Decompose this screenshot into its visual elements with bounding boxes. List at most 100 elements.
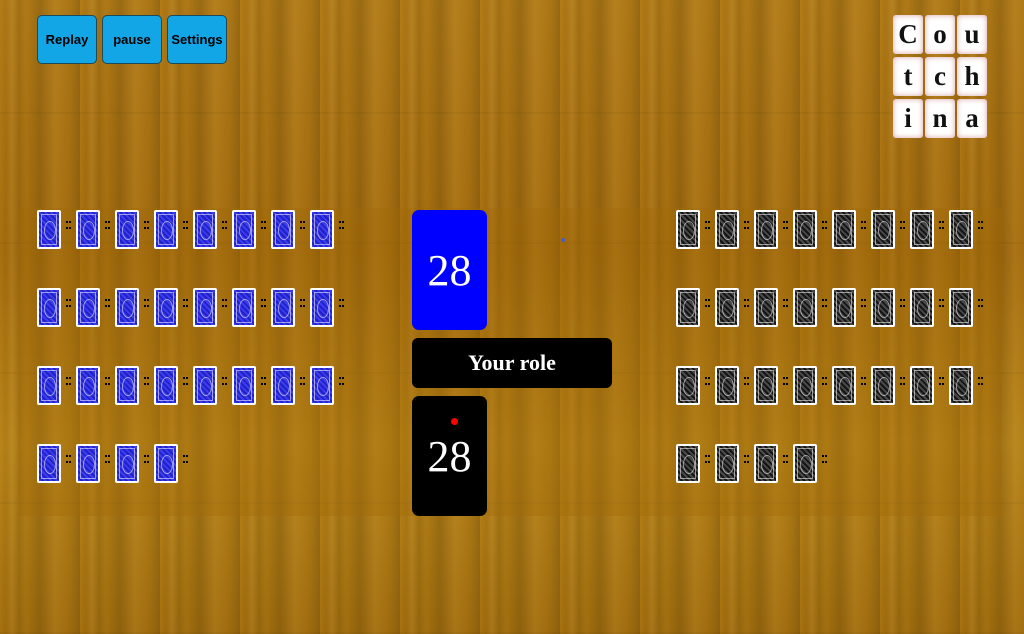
face-down-card[interactable] <box>193 366 217 405</box>
card-separator <box>861 377 864 385</box>
card-separator <box>105 299 108 307</box>
card-slot <box>754 444 793 483</box>
face-down-card[interactable] <box>271 288 295 327</box>
face-down-card[interactable] <box>37 366 61 405</box>
card-slot <box>232 366 271 405</box>
face-down-card[interactable] <box>76 288 100 327</box>
card-separator <box>261 377 264 385</box>
face-down-card[interactable] <box>37 444 61 483</box>
pause-button[interactable]: pause <box>102 15 162 64</box>
face-down-card[interactable] <box>871 288 895 327</box>
card-slot <box>832 366 871 405</box>
card-separator <box>222 377 225 385</box>
card-slot <box>832 288 871 327</box>
face-down-card[interactable] <box>676 444 700 483</box>
face-down-card[interactable] <box>754 444 778 483</box>
face-down-card[interactable] <box>115 210 139 249</box>
face-down-card[interactable] <box>115 444 139 483</box>
face-down-card[interactable] <box>949 210 973 249</box>
face-down-card[interactable] <box>310 366 334 405</box>
face-down-card[interactable] <box>793 288 817 327</box>
face-down-card[interactable] <box>193 210 217 249</box>
card-slot <box>871 210 910 249</box>
face-down-card[interactable] <box>676 288 700 327</box>
face-down-card[interactable] <box>37 210 61 249</box>
face-down-card[interactable] <box>676 366 700 405</box>
card-slot <box>793 210 832 249</box>
card-separator <box>783 299 786 307</box>
face-down-card[interactable] <box>832 210 856 249</box>
face-down-card[interactable] <box>793 210 817 249</box>
face-down-card[interactable] <box>871 366 895 405</box>
card-separator <box>978 377 981 385</box>
face-down-card[interactable] <box>910 366 934 405</box>
game-logo: C o u t c h i n a <box>893 15 987 138</box>
replay-button[interactable]: Replay <box>37 15 97 64</box>
face-down-card[interactable] <box>910 288 934 327</box>
face-down-card[interactable] <box>76 444 100 483</box>
settings-button[interactable]: Settings <box>167 15 227 64</box>
card-slot <box>154 366 193 405</box>
face-down-card[interactable] <box>754 210 778 249</box>
face-down-card[interactable] <box>115 366 139 405</box>
face-down-card[interactable] <box>832 366 856 405</box>
card-slot <box>193 210 232 249</box>
card-slot <box>910 288 949 327</box>
card-slot <box>154 288 193 327</box>
card-separator <box>705 455 708 463</box>
card-slot <box>676 210 715 249</box>
face-down-card[interactable] <box>832 288 856 327</box>
card-separator <box>222 299 225 307</box>
face-down-card[interactable] <box>715 288 739 327</box>
face-down-card[interactable] <box>793 366 817 405</box>
face-down-card[interactable] <box>715 444 739 483</box>
face-down-card[interactable] <box>37 288 61 327</box>
card-separator <box>744 455 747 463</box>
card-separator <box>705 377 708 385</box>
card-separator <box>978 221 981 229</box>
card-separator <box>783 221 786 229</box>
face-down-card[interactable] <box>76 210 100 249</box>
face-down-card[interactable] <box>154 366 178 405</box>
face-down-card[interactable] <box>154 444 178 483</box>
card-slot <box>154 444 193 483</box>
role-banner: Your role <box>412 338 612 388</box>
face-down-card[interactable] <box>154 288 178 327</box>
card-slot <box>676 444 715 483</box>
face-down-card[interactable] <box>271 210 295 249</box>
card-separator <box>339 221 342 229</box>
face-down-card[interactable] <box>715 210 739 249</box>
card-separator <box>822 299 825 307</box>
face-down-card[interactable] <box>793 444 817 483</box>
card-separator <box>783 455 786 463</box>
card-slot <box>793 444 832 483</box>
face-down-card[interactable] <box>310 288 334 327</box>
face-down-card[interactable] <box>715 366 739 405</box>
face-down-card[interactable] <box>232 288 256 327</box>
face-down-card[interactable] <box>754 288 778 327</box>
face-down-card[interactable] <box>115 288 139 327</box>
face-down-card[interactable] <box>949 288 973 327</box>
face-down-card[interactable] <box>871 210 895 249</box>
face-down-card[interactable] <box>193 288 217 327</box>
card-separator <box>183 299 186 307</box>
face-down-card[interactable] <box>754 366 778 405</box>
face-down-card[interactable] <box>232 366 256 405</box>
face-down-card[interactable] <box>676 210 700 249</box>
face-down-card[interactable] <box>271 366 295 405</box>
card-slot <box>76 210 115 249</box>
card-separator <box>105 377 108 385</box>
card-separator <box>705 299 708 307</box>
card-slot <box>871 288 910 327</box>
face-down-card[interactable] <box>232 210 256 249</box>
face-down-card[interactable] <box>154 210 178 249</box>
logo-letter: a <box>957 99 987 138</box>
face-down-card[interactable] <box>910 210 934 249</box>
face-down-card[interactable] <box>76 366 100 405</box>
face-down-card[interactable] <box>310 210 334 249</box>
card-separator <box>222 221 225 229</box>
card-separator <box>144 221 147 229</box>
card-slot <box>232 210 271 249</box>
card-separator <box>144 455 147 463</box>
face-down-card[interactable] <box>949 366 973 405</box>
